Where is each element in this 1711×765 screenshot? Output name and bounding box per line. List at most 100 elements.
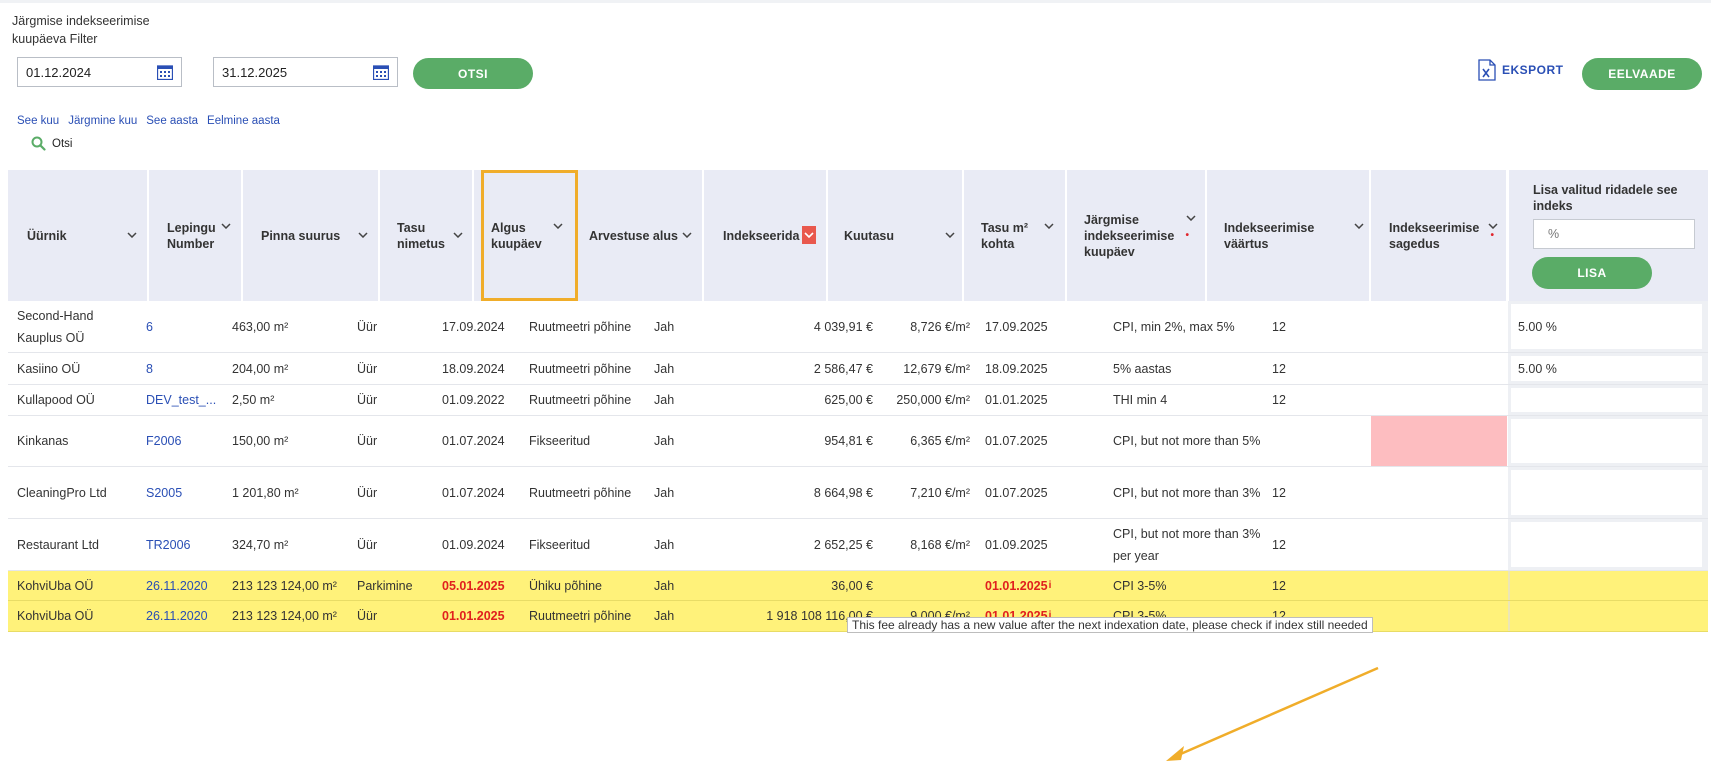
cell-next-date: 01.01.2025 — [985, 393, 1048, 407]
col-monthly-fee[interactable]: Kuutasu — [844, 170, 944, 301]
cell-start-date: 01.01.2025 — [442, 609, 505, 623]
cell-tenant: Kasiino OÜ — [17, 361, 81, 376]
cell-next-date: 01.01.2025 i — [985, 571, 1100, 600]
bulk-index-label: Lisa valitud ridadele see indeks — [1533, 183, 1678, 213]
cell-tenant: CleaningPro Ltd — [17, 485, 107, 500]
cell-monthly: 954,81 € — [824, 434, 873, 448]
cell-start-date: 17.09.2024 — [442, 319, 505, 334]
link-this-month[interactable]: See kuu — [17, 115, 59, 127]
row-index-input[interactable] — [1508, 416, 1708, 466]
table-row[interactable]: Kasiino OÜ 8 204,00 m² Üür 18.09.2024 Ruutmee… — [8, 353, 1708, 385]
table-row[interactable]: CleaningPro Ltd S2005 1 201,80 m² Üür 01.07.… — [8, 467, 1708, 519]
calendar-icon[interactable] — [157, 65, 173, 80]
chevron-down-icon[interactable] — [1488, 223, 1498, 229]
cell-area: 213 123 124,00 m² — [232, 609, 337, 623]
cell-contract[interactable]: 26.11.2020 — [146, 601, 238, 631]
cell-fee-name: Üür — [357, 361, 378, 376]
col-index-frequency[interactable]: Indekseerimise sagedus • — [1389, 170, 1494, 301]
chevron-down-icon[interactable] — [1044, 223, 1054, 229]
cell-next-date: 01.09.2025 — [985, 537, 1048, 552]
row-index-input[interactable] — [1508, 601, 1708, 631]
link-next-month[interactable]: Järgmine kuu — [68, 115, 137, 127]
col-start-date[interactable]: Algus kuupäev — [491, 170, 551, 301]
search-link[interactable]: Otsi — [31, 136, 72, 151]
chevron-down-icon[interactable] — [358, 232, 368, 238]
chevron-down-icon[interactable] — [453, 232, 463, 238]
chevron-down-icon[interactable] — [1186, 215, 1196, 221]
cell-area: 463,00 m² — [232, 319, 289, 334]
chevron-down-icon[interactable] — [682, 232, 692, 238]
bulk-index-input[interactable]: % — [1533, 219, 1695, 249]
chevron-down-icon[interactable] — [945, 232, 955, 238]
cell-per-m2: 12,679 €/m² — [903, 361, 970, 376]
row-index-input[interactable] — [1508, 467, 1708, 518]
cell-start-date: 18.09.2024 — [442, 361, 505, 376]
cell-frequency: 12 — [1272, 393, 1286, 407]
cell-area: 2,50 m² — [232, 393, 275, 407]
col-contract-number[interactable]: Lepingu Number — [167, 170, 233, 301]
table-row[interactable]: Second-Hand Kauplus OÜ 6 463,00 m² Üür 17.09… — [8, 301, 1708, 353]
chevron-down-icon[interactable] — [221, 223, 231, 229]
cell-per-m2: 8,168 €/m² — [910, 537, 970, 552]
search-button[interactable]: OTSI — [413, 58, 533, 89]
chevron-down-icon[interactable] — [553, 223, 563, 229]
preview-button[interactable]: EELVAADE — [1582, 58, 1702, 90]
table-row[interactable]: KohviUba OÜ 26.11.2020 213 123 124,00 m² Pa… — [8, 571, 1708, 601]
cell-frequency: 12 — [1272, 319, 1286, 334]
table-row[interactable]: Kullapood OÜ DEV_test_... 2,50 m² Üür 01.09.… — [8, 385, 1708, 416]
cell-frequency: 12 — [1272, 485, 1286, 500]
cell-index-value: CPI 3-5% — [1113, 578, 1167, 593]
link-this-year[interactable]: See aasta — [146, 115, 198, 127]
row-index-input[interactable] — [1508, 519, 1708, 570]
col-tenant[interactable]: Üürnik — [27, 170, 137, 301]
col-billing-basis[interactable]: Arvestuse alus — [589, 170, 689, 301]
export-label: EKSPORT — [1502, 63, 1564, 77]
cell-frequency: 12 — [1272, 578, 1286, 593]
link-last-year[interactable]: Eelmine aasta — [207, 115, 280, 127]
col-next-index-date[interactable]: Järgmise indekseerimise kuupäev • — [1084, 170, 1189, 301]
cell-contract[interactable]: DEV_test_... — [146, 385, 238, 415]
col-index-value[interactable]: Indekseerimise väärtus — [1224, 170, 1314, 301]
col-fee-name[interactable]: Tasu nimetus — [397, 170, 453, 301]
cell-per-m2: 250,000 €/m² — [896, 393, 970, 407]
date-from-input[interactable]: 01.12.2024 — [17, 57, 182, 87]
cell-monthly: 625,00 € — [824, 393, 873, 407]
cell-contract[interactable]: 26.11.2020 — [146, 571, 238, 600]
add-index-button[interactable]: LISA — [1532, 257, 1652, 289]
row-index-input[interactable] — [1508, 385, 1708, 415]
cell-index-value: CPI, but not more than 3% per year — [1113, 526, 1261, 563]
chevron-down-icon[interactable] — [1354, 223, 1364, 229]
cell-contract[interactable]: 6 — [146, 301, 238, 352]
cell-tenant: KohviUba OÜ — [17, 578, 94, 593]
cell-monthly: 4 039,91 € — [813, 319, 873, 334]
filter-title: Järgmise indekseerimise kuupäeva Filter — [12, 14, 150, 46]
cell-tenant: Second-Hand Kauplus OÜ — [17, 308, 94, 345]
excel-export-icon — [1478, 59, 1496, 81]
chevron-down-icon[interactable] — [127, 232, 137, 238]
cell-contract[interactable]: TR2006 — [146, 519, 238, 570]
cell-monthly: 2 586,47 € — [813, 361, 873, 376]
cell-fee-name: Parkimine — [357, 578, 413, 593]
row-index-input[interactable] — [1508, 571, 1708, 600]
cell-fee-name: Üür — [357, 434, 378, 448]
cell-contract[interactable]: F2006 — [146, 416, 238, 466]
col-fee-per-m2[interactable]: Tasu m² kohta — [981, 170, 1043, 301]
cell-indexable: Jah — [654, 609, 675, 623]
chevron-down-icon[interactable] — [804, 232, 814, 238]
cell-contract[interactable]: S2005 — [146, 467, 238, 518]
col-indexable[interactable]: Indekseerida — [723, 170, 813, 301]
table-row[interactable]: Kinkanas F2006 150,00 m² Üür 01.07.2024 Fikse… — [8, 416, 1708, 467]
cell-indexable: Jah — [654, 485, 675, 500]
cell-indexable: Jah — [654, 434, 675, 448]
table-row[interactable]: Restaurant Ltd TR2006 324,70 m² Üür 01.09.20… — [8, 519, 1708, 571]
date-to-value: 31.12.2025 — [222, 65, 288, 80]
info-marker-icon[interactable]: i — [1049, 575, 1052, 597]
cell-contract[interactable]: 8 — [146, 353, 238, 384]
export-button[interactable]: EKSPORT — [1478, 59, 1564, 81]
date-to-input[interactable]: 31.12.2025 — [213, 57, 398, 87]
cell-indexable: Jah — [654, 361, 675, 376]
quick-date-links: See kuu Järgmine kuu See aasta Eelmine aast… — [17, 115, 289, 127]
cell-start-date: 05.01.2025 — [442, 578, 505, 593]
col-area[interactable]: Pinna suurus — [261, 170, 361, 301]
calendar-icon[interactable] — [373, 65, 389, 80]
